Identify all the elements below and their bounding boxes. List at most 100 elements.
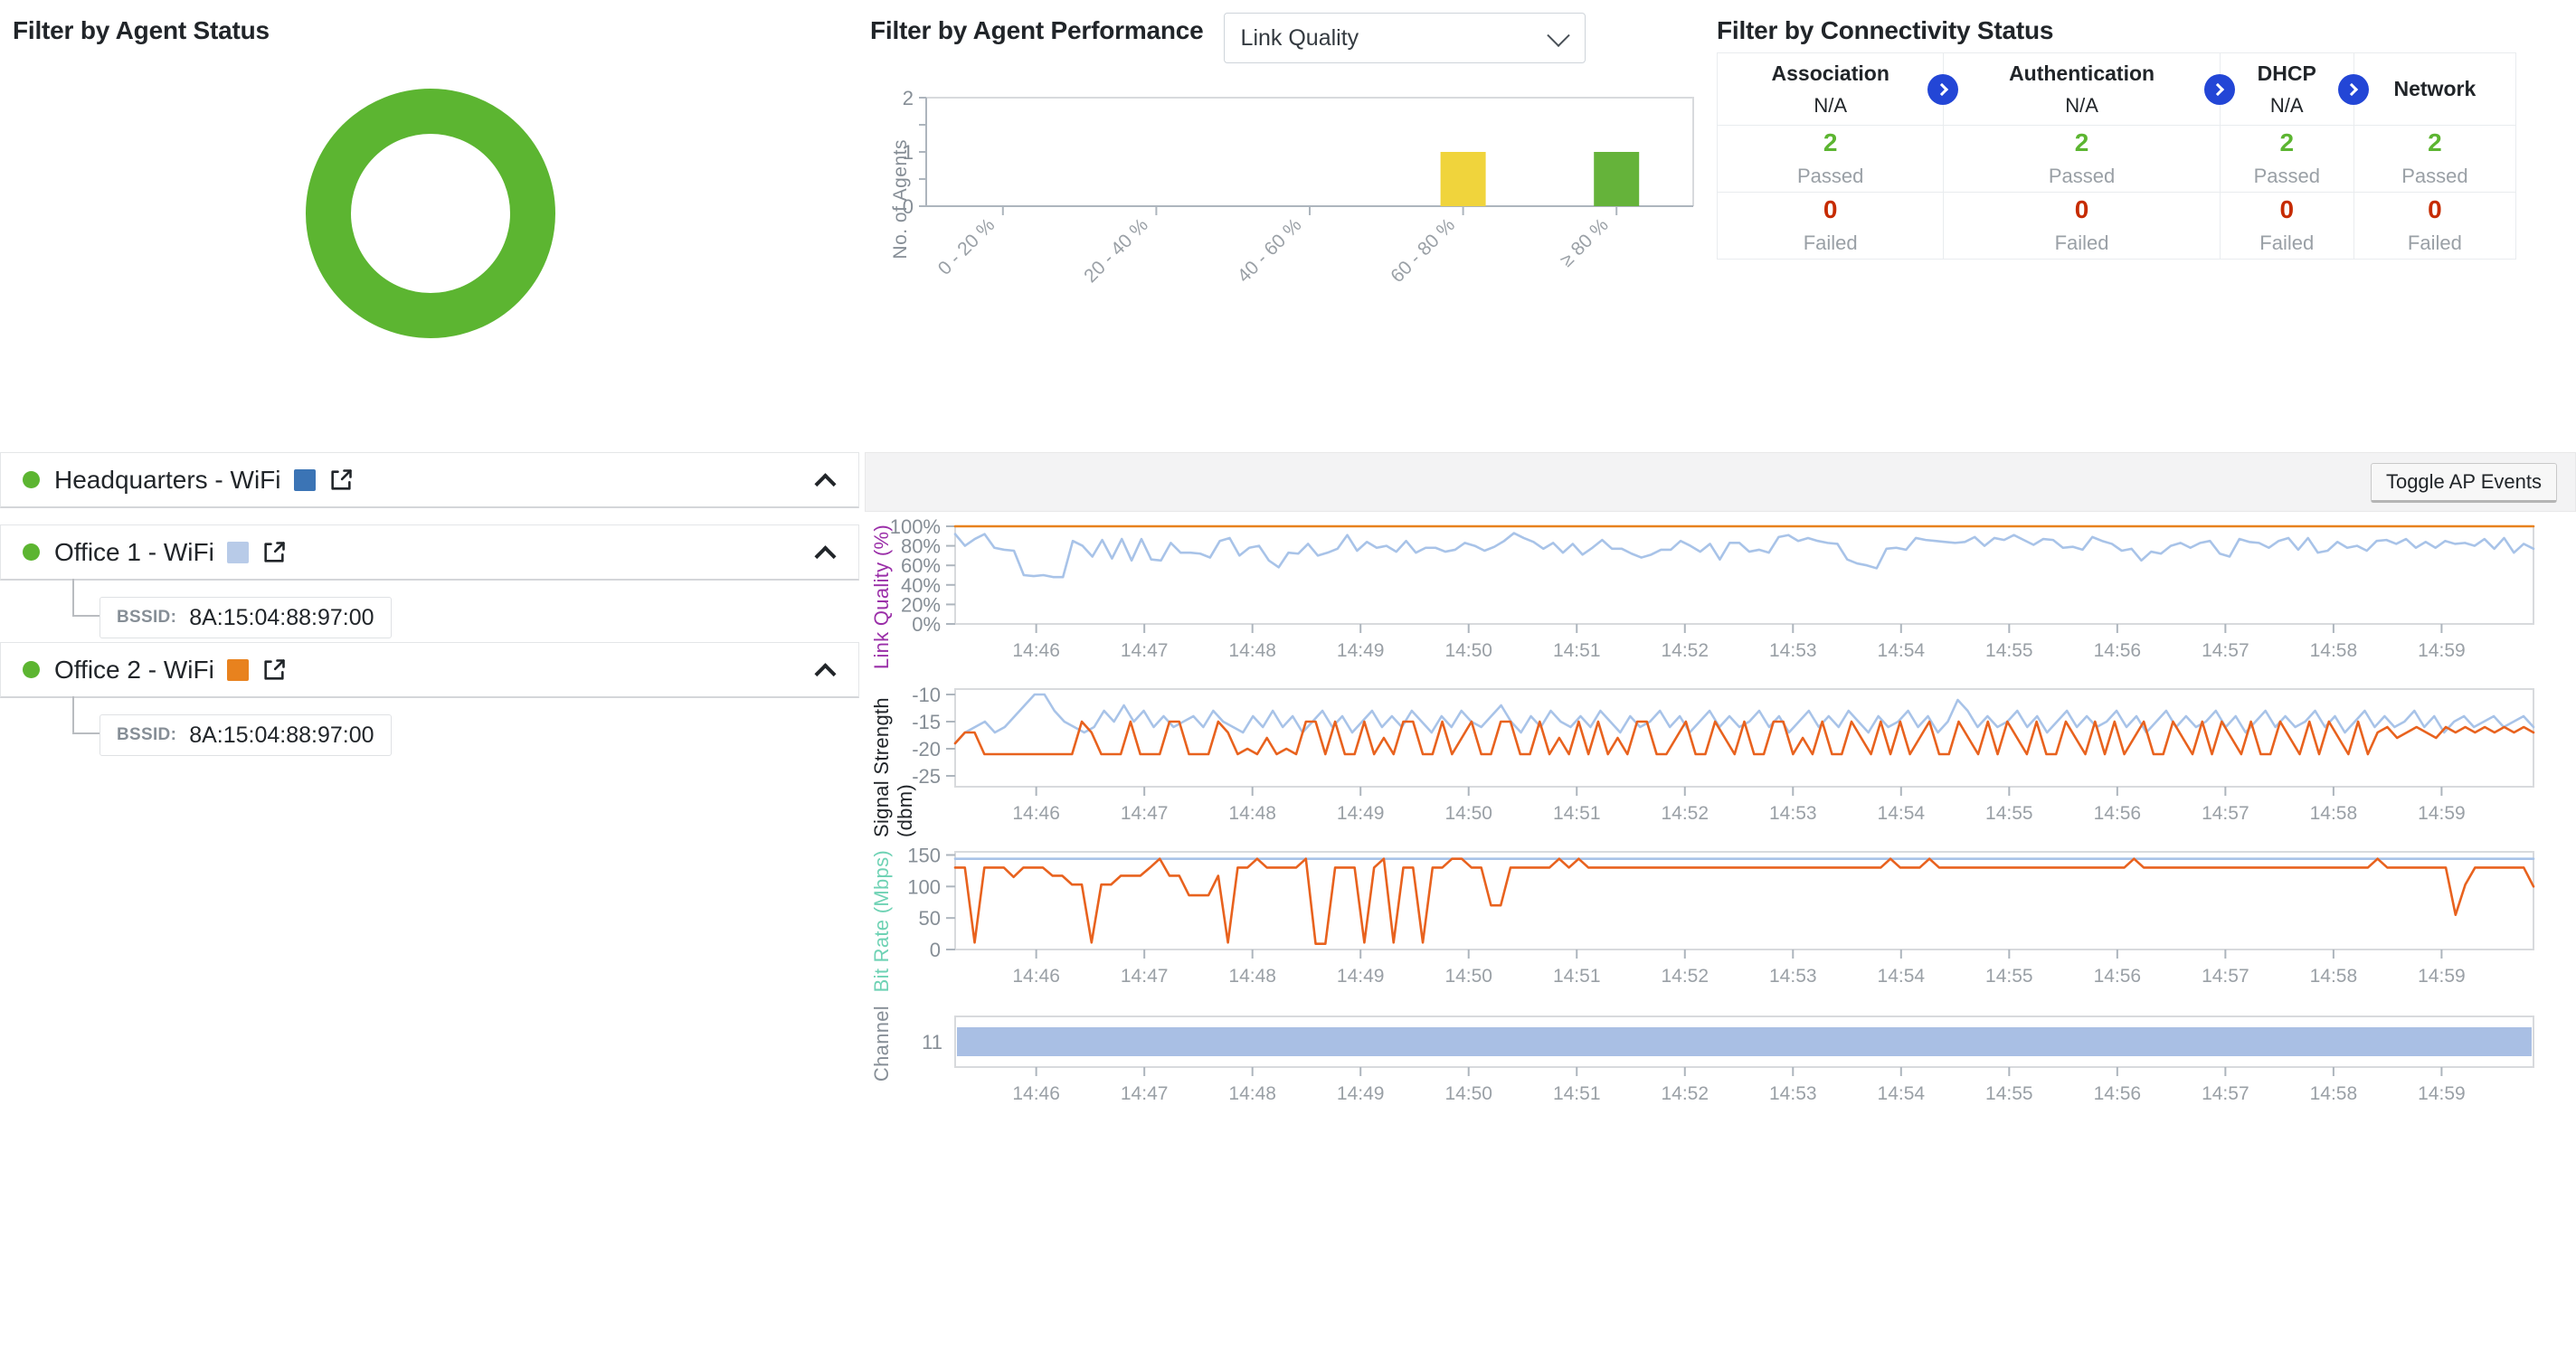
svg-text:14:47: 14:47 <box>1121 966 1169 987</box>
bssid-row-office1: BSSID: 8A:15:04:88:97:00 <box>0 579 859 642</box>
bssid-chip[interactable]: BSSID: 8A:15:04:88:97:00 <box>99 597 392 638</box>
conn-cell-dhcp-passed[interactable]: 2 Passed <box>2219 125 2354 193</box>
conn-cell-authentication-failed[interactable]: 0 Failed <box>1943 192 2221 260</box>
conn-passed-label: Passed <box>2401 164 2468 187</box>
svg-text:14:58: 14:58 <box>2310 803 2358 824</box>
agent-performance-select[interactable]: Link Quality <box>1223 13 1586 63</box>
chevron-up-icon[interactable] <box>814 544 837 567</box>
chevron-right-icon[interactable] <box>2203 73 2235 105</box>
conn-cell-association-failed[interactable]: 0 Failed <box>1716 192 1945 260</box>
svg-text:14:47: 14:47 <box>1121 640 1169 661</box>
svg-text:14:52: 14:52 <box>1661 803 1709 824</box>
svg-text:14:49: 14:49 <box>1337 966 1385 987</box>
chevron-up-icon[interactable] <box>814 662 837 685</box>
svg-text:14:55: 14:55 <box>1985 1083 2033 1104</box>
svg-text:14:52: 14:52 <box>1661 1083 1709 1104</box>
conn-col-name: DHCP <box>2257 61 2316 86</box>
svg-text:14:53: 14:53 <box>1769 640 1817 661</box>
agent-performance-panel: Filter by Agent Performance Link Quality <box>870 13 1702 63</box>
conn-failed-label: Failed <box>2054 231 2109 254</box>
bssid-row-office2: BSSID: 8A:15:04:88:97:00 <box>0 696 859 760</box>
agent-performance-bar-chart[interactable]: No. of Agents 0120 - 20 % 20 - 40 % 40 - 6… <box>870 89 1702 333</box>
conn-col-network[interactable]: Network <box>2353 52 2517 126</box>
conn-passed-label: Passed <box>2253 164 2320 187</box>
network-item-office1[interactable]: Office 1 - WiFi <box>0 524 859 581</box>
bit-rate-chart[interactable]: Bit Rate (Mbps) 0 50 100 150 14:46 14:47 14:48… <box>865 837 2576 1000</box>
chevron-up-icon[interactable] <box>814 472 837 495</box>
conn-cell-authentication-passed[interactable]: 2 Passed <box>1943 125 2221 193</box>
svg-text:14:57: 14:57 <box>2202 803 2249 824</box>
svg-text:14:56: 14:56 <box>2094 966 2142 987</box>
svg-text:14:46: 14:46 <box>1012 803 1060 824</box>
svg-text:14:59: 14:59 <box>2418 966 2466 987</box>
svg-text:14:54: 14:54 <box>1878 803 1926 824</box>
svg-text:40%: 40% <box>901 574 941 597</box>
signal-strength-ylabel: Signal Strength (dbm) <box>870 697 916 837</box>
svg-text:14:53: 14:53 <box>1769 966 1817 987</box>
svg-text:14:56: 14:56 <box>2094 803 2142 824</box>
table-row-failed: 0 Failed 0 Failed 0 Failed 0 Failed <box>1716 192 2517 260</box>
chevron-right-icon[interactable] <box>2337 73 2369 105</box>
conn-failed-label: Failed <box>1803 231 1858 254</box>
network-item-headquarters[interactable]: Headquarters - WiFi <box>0 452 859 508</box>
share-external-icon[interactable] <box>261 657 287 683</box>
link-quality-chart[interactable]: Link Quality (%) 0% 20% 40% 60% 80% 100% 14:46… <box>865 512 2576 675</box>
connectivity-status-panel: Filter by Connectivity Status <box>1717 16 2558 45</box>
network-item-office2[interactable]: Office 2 - WiFi <box>0 642 859 698</box>
bssid-label: BSSID: <box>117 608 177 627</box>
conn-cell-association-passed[interactable]: 2 Passed <box>1716 125 1945 193</box>
bit-rate-svg: 0 50 100 150 14:46 14:47 14:48 14:49 14:50 14:51 1… <box>907 844 2535 987</box>
conn-cell-network-passed[interactable]: 2 Passed <box>2353 125 2517 193</box>
conn-cell-network-failed[interactable]: 0 Failed <box>2353 192 2517 260</box>
svg-text:14:53: 14:53 <box>1769 803 1817 824</box>
conn-col-name: Association <box>1771 61 1889 86</box>
series-color-chip <box>293 468 316 491</box>
svg-text:14:56: 14:56 <box>2094 1083 2142 1104</box>
signal-strength-svg: -25-20-15-1014:46 14:47 14:48 14:49 14:50 14:… <box>912 684 2535 824</box>
bar-chart-ylabel: No. of Agents <box>890 139 911 260</box>
agent-status-panel: Filter by Agent Status <box>13 16 863 45</box>
svg-text:150: 150 <box>907 844 941 866</box>
svg-text:14:51: 14:51 <box>1553 966 1601 987</box>
conn-cell-dhcp-failed[interactable]: 0 Failed <box>2219 192 2354 260</box>
svg-text:14:54: 14:54 <box>1878 966 1926 987</box>
svg-text:14:46: 14:46 <box>1012 640 1060 661</box>
series-color-chip <box>226 541 249 563</box>
bar-chart-svg: 0120 - 20 % 20 - 40 % 40 - 60 % 60 - 80 % ≥ … <box>903 89 1694 287</box>
svg-text:14:49: 14:49 <box>1337 640 1385 661</box>
conn-failed-count: 0 <box>1823 195 1838 224</box>
agent-status-donut-chart[interactable] <box>295 78 566 349</box>
svg-text:40 - 60 %: 40 - 60 % <box>1234 214 1306 287</box>
chevron-right-icon[interactable] <box>1927 73 1959 105</box>
donut-segment-online[interactable] <box>306 89 555 338</box>
network-name: Headquarters - WiFi <box>54 465 281 494</box>
svg-text:0 - 20 %: 0 - 20 % <box>934 214 999 279</box>
svg-text:14:52: 14:52 <box>1661 640 1709 661</box>
bssid-value: 8A:15:04:88:97:00 <box>189 722 374 748</box>
conn-passed-count: 2 <box>2279 128 2295 157</box>
signal-strength-chart[interactable]: Signal Strength (dbm) -25 -20 -15 -10 14:46 1… <box>865 675 2576 837</box>
svg-text:14:57: 14:57 <box>2202 1083 2249 1104</box>
svg-text:2: 2 <box>903 89 914 109</box>
bssid-chip[interactable]: BSSID: 8A:15:04:88:97:00 <box>99 714 392 756</box>
conn-passed-label: Passed <box>2048 164 2116 187</box>
share-external-icon[interactable] <box>261 540 287 565</box>
conn-col-dhcp[interactable]: DHCP N/A <box>2219 52 2369 126</box>
svg-text:14:57: 14:57 <box>2202 640 2249 661</box>
toggle-ap-events-button[interactable]: Toggle AP Events <box>2370 463 2557 503</box>
agent-performance-title: Filter by Agent Performance <box>870 16 1204 44</box>
svg-text:14:57: 14:57 <box>2202 966 2249 987</box>
share-external-icon[interactable] <box>328 468 354 493</box>
conn-col-association[interactable]: Association N/A <box>1716 52 1959 126</box>
svg-text:0: 0 <box>930 939 941 961</box>
agent-status-title: Filter by Agent Status <box>13 16 270 44</box>
svg-text:14:51: 14:51 <box>1553 803 1601 824</box>
link-quality-ylabel: Link Quality (%) <box>870 524 893 670</box>
conn-col-authentication[interactable]: Authentication N/A <box>1943 52 2235 126</box>
svg-text:14:58: 14:58 <box>2310 640 2358 661</box>
svg-text:20 - 40 %: 20 - 40 % <box>1080 214 1152 287</box>
svg-text:14:48: 14:48 <box>1228 1083 1276 1104</box>
svg-text:14:55: 14:55 <box>1985 803 2033 824</box>
svg-text:14:56: 14:56 <box>2094 640 2142 661</box>
channel-chart[interactable]: Channel 11 14:46 14:47 14:48 14:49 14:50 14:51… <box>865 1000 2576 1127</box>
